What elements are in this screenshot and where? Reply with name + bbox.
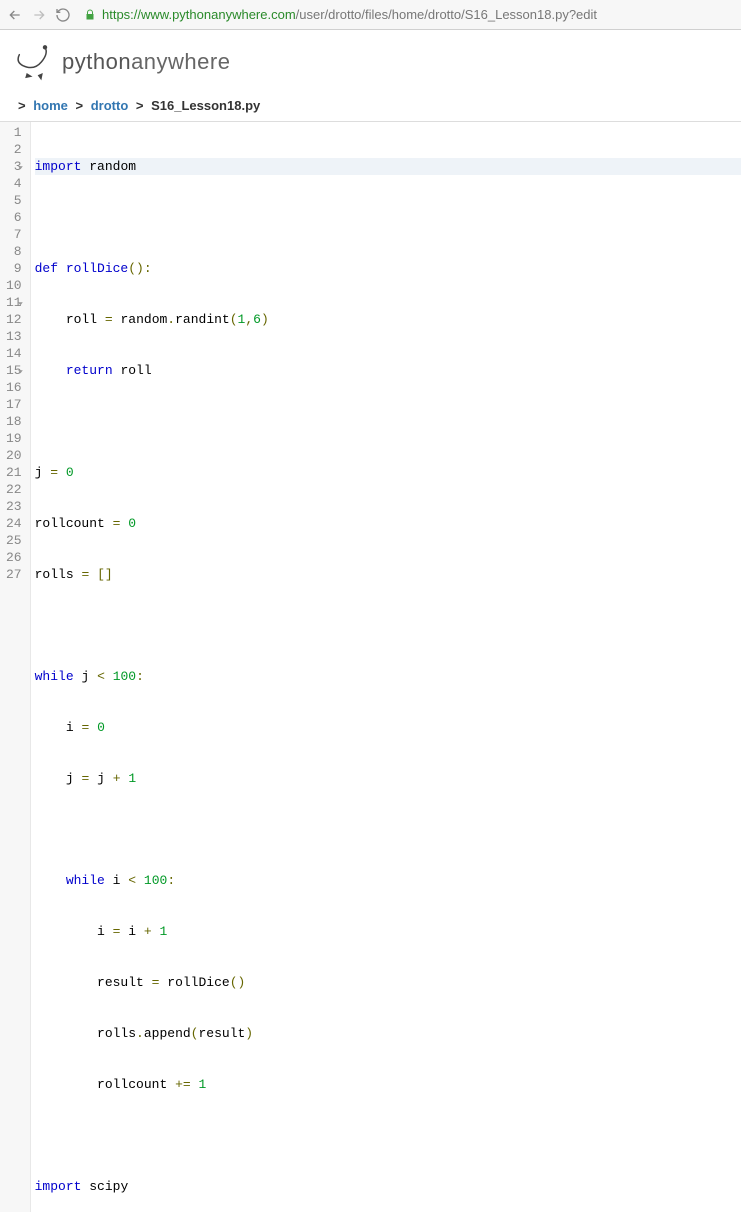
code-line: while j < 100: (35, 668, 741, 685)
code-line: rollcount += 1 (35, 1076, 741, 1093)
line-number: 19 (6, 430, 22, 447)
code-line: while i < 100: (35, 872, 741, 889)
code-line: import random (35, 158, 741, 175)
forward-button[interactable] (30, 6, 48, 24)
code-line (35, 1127, 741, 1144)
fold-icon[interactable]: ▾ (18, 367, 23, 379)
line-number: 7 (6, 226, 22, 243)
fold-icon[interactable]: ▾ (18, 299, 23, 311)
line-number: 23 (6, 498, 22, 515)
code-line (35, 821, 741, 838)
address-bar[interactable]: https://www.pythonanywhere.com/user/drot… (78, 5, 735, 24)
url-host: https://www.pythonanywhere.com (102, 7, 296, 22)
line-number: 25 (6, 532, 22, 549)
lock-icon (84, 8, 96, 22)
line-number: 17 (6, 396, 22, 413)
code-line: j = j + 1 (35, 770, 741, 787)
line-number: 4 (6, 175, 22, 192)
code-line: i = 0 (35, 719, 741, 736)
line-number: 21 (6, 464, 22, 481)
line-number: 9 (6, 260, 22, 277)
line-number: 5 (6, 192, 22, 209)
line-number: 3▾ (6, 158, 22, 175)
breadcrumb-sep: > (136, 98, 144, 113)
code-line (35, 413, 741, 430)
line-number: 16 (6, 379, 22, 396)
line-number: 2 (6, 141, 22, 158)
line-number: 18 (6, 413, 22, 430)
line-number: 6 (6, 209, 22, 226)
code-line: result = rollDice() (35, 974, 741, 991)
line-number: 12 (6, 311, 22, 328)
fold-icon[interactable]: ▾ (18, 163, 23, 175)
breadcrumb-sep: > (18, 98, 26, 113)
code-line: j = 0 (35, 464, 741, 481)
line-number: 15▾ (6, 362, 22, 379)
breadcrumb-user[interactable]: drotto (91, 98, 129, 113)
line-gutter: 1 2 3▾ 4 5 6 7 8 9 10 11▾ 12 13 14 15▾ 1… (0, 122, 31, 1212)
code-area[interactable]: import random def rollDice(): roll = ran… (31, 122, 741, 1212)
code-line: rolls.append(result) (35, 1025, 741, 1042)
line-number: 11▾ (6, 294, 22, 311)
code-line (35, 209, 741, 226)
line-number: 20 (6, 447, 22, 464)
line-number: 26 (6, 549, 22, 566)
line-number: 24 (6, 515, 22, 532)
code-line: rolls = [] (35, 566, 741, 583)
code-line: roll = random.randint(1,6) (35, 311, 741, 328)
code-line: def rollDice(): (35, 260, 741, 277)
browser-toolbar: https://www.pythonanywhere.com/user/drot… (0, 0, 741, 30)
logo[interactable]: pythonanywhere (12, 40, 230, 84)
breadcrumb-sep: > (76, 98, 84, 113)
url-path: /user/drotto/files/home/drotto/S16_Lesso… (296, 7, 597, 22)
line-number: 1 (6, 124, 22, 141)
line-number: 22 (6, 481, 22, 498)
code-editor[interactable]: 1 2 3▾ 4 5 6 7 8 9 10 11▾ 12 13 14 15▾ 1… (0, 121, 741, 1212)
breadcrumb: > home > drotto > S16_Lesson18.py (0, 90, 741, 121)
line-number: 8 (6, 243, 22, 260)
line-number: 27 (6, 566, 22, 583)
back-button[interactable] (6, 6, 24, 24)
breadcrumb-file: S16_Lesson18.py (151, 98, 260, 113)
code-line: import scipy (35, 1178, 741, 1195)
reload-button[interactable] (54, 6, 72, 24)
code-line (35, 617, 741, 634)
code-line: return roll (35, 362, 741, 379)
code-line: i = i + 1 (35, 923, 741, 940)
line-number: 14 (6, 345, 22, 362)
breadcrumb-home[interactable]: home (33, 98, 68, 113)
logo-text: pythonanywhere (62, 49, 230, 75)
code-line: rollcount = 0 (35, 515, 741, 532)
page-header: pythonanywhere (0, 30, 741, 90)
snake-icon (12, 40, 56, 84)
line-number: 10 (6, 277, 22, 294)
line-number: 13 (6, 328, 22, 345)
